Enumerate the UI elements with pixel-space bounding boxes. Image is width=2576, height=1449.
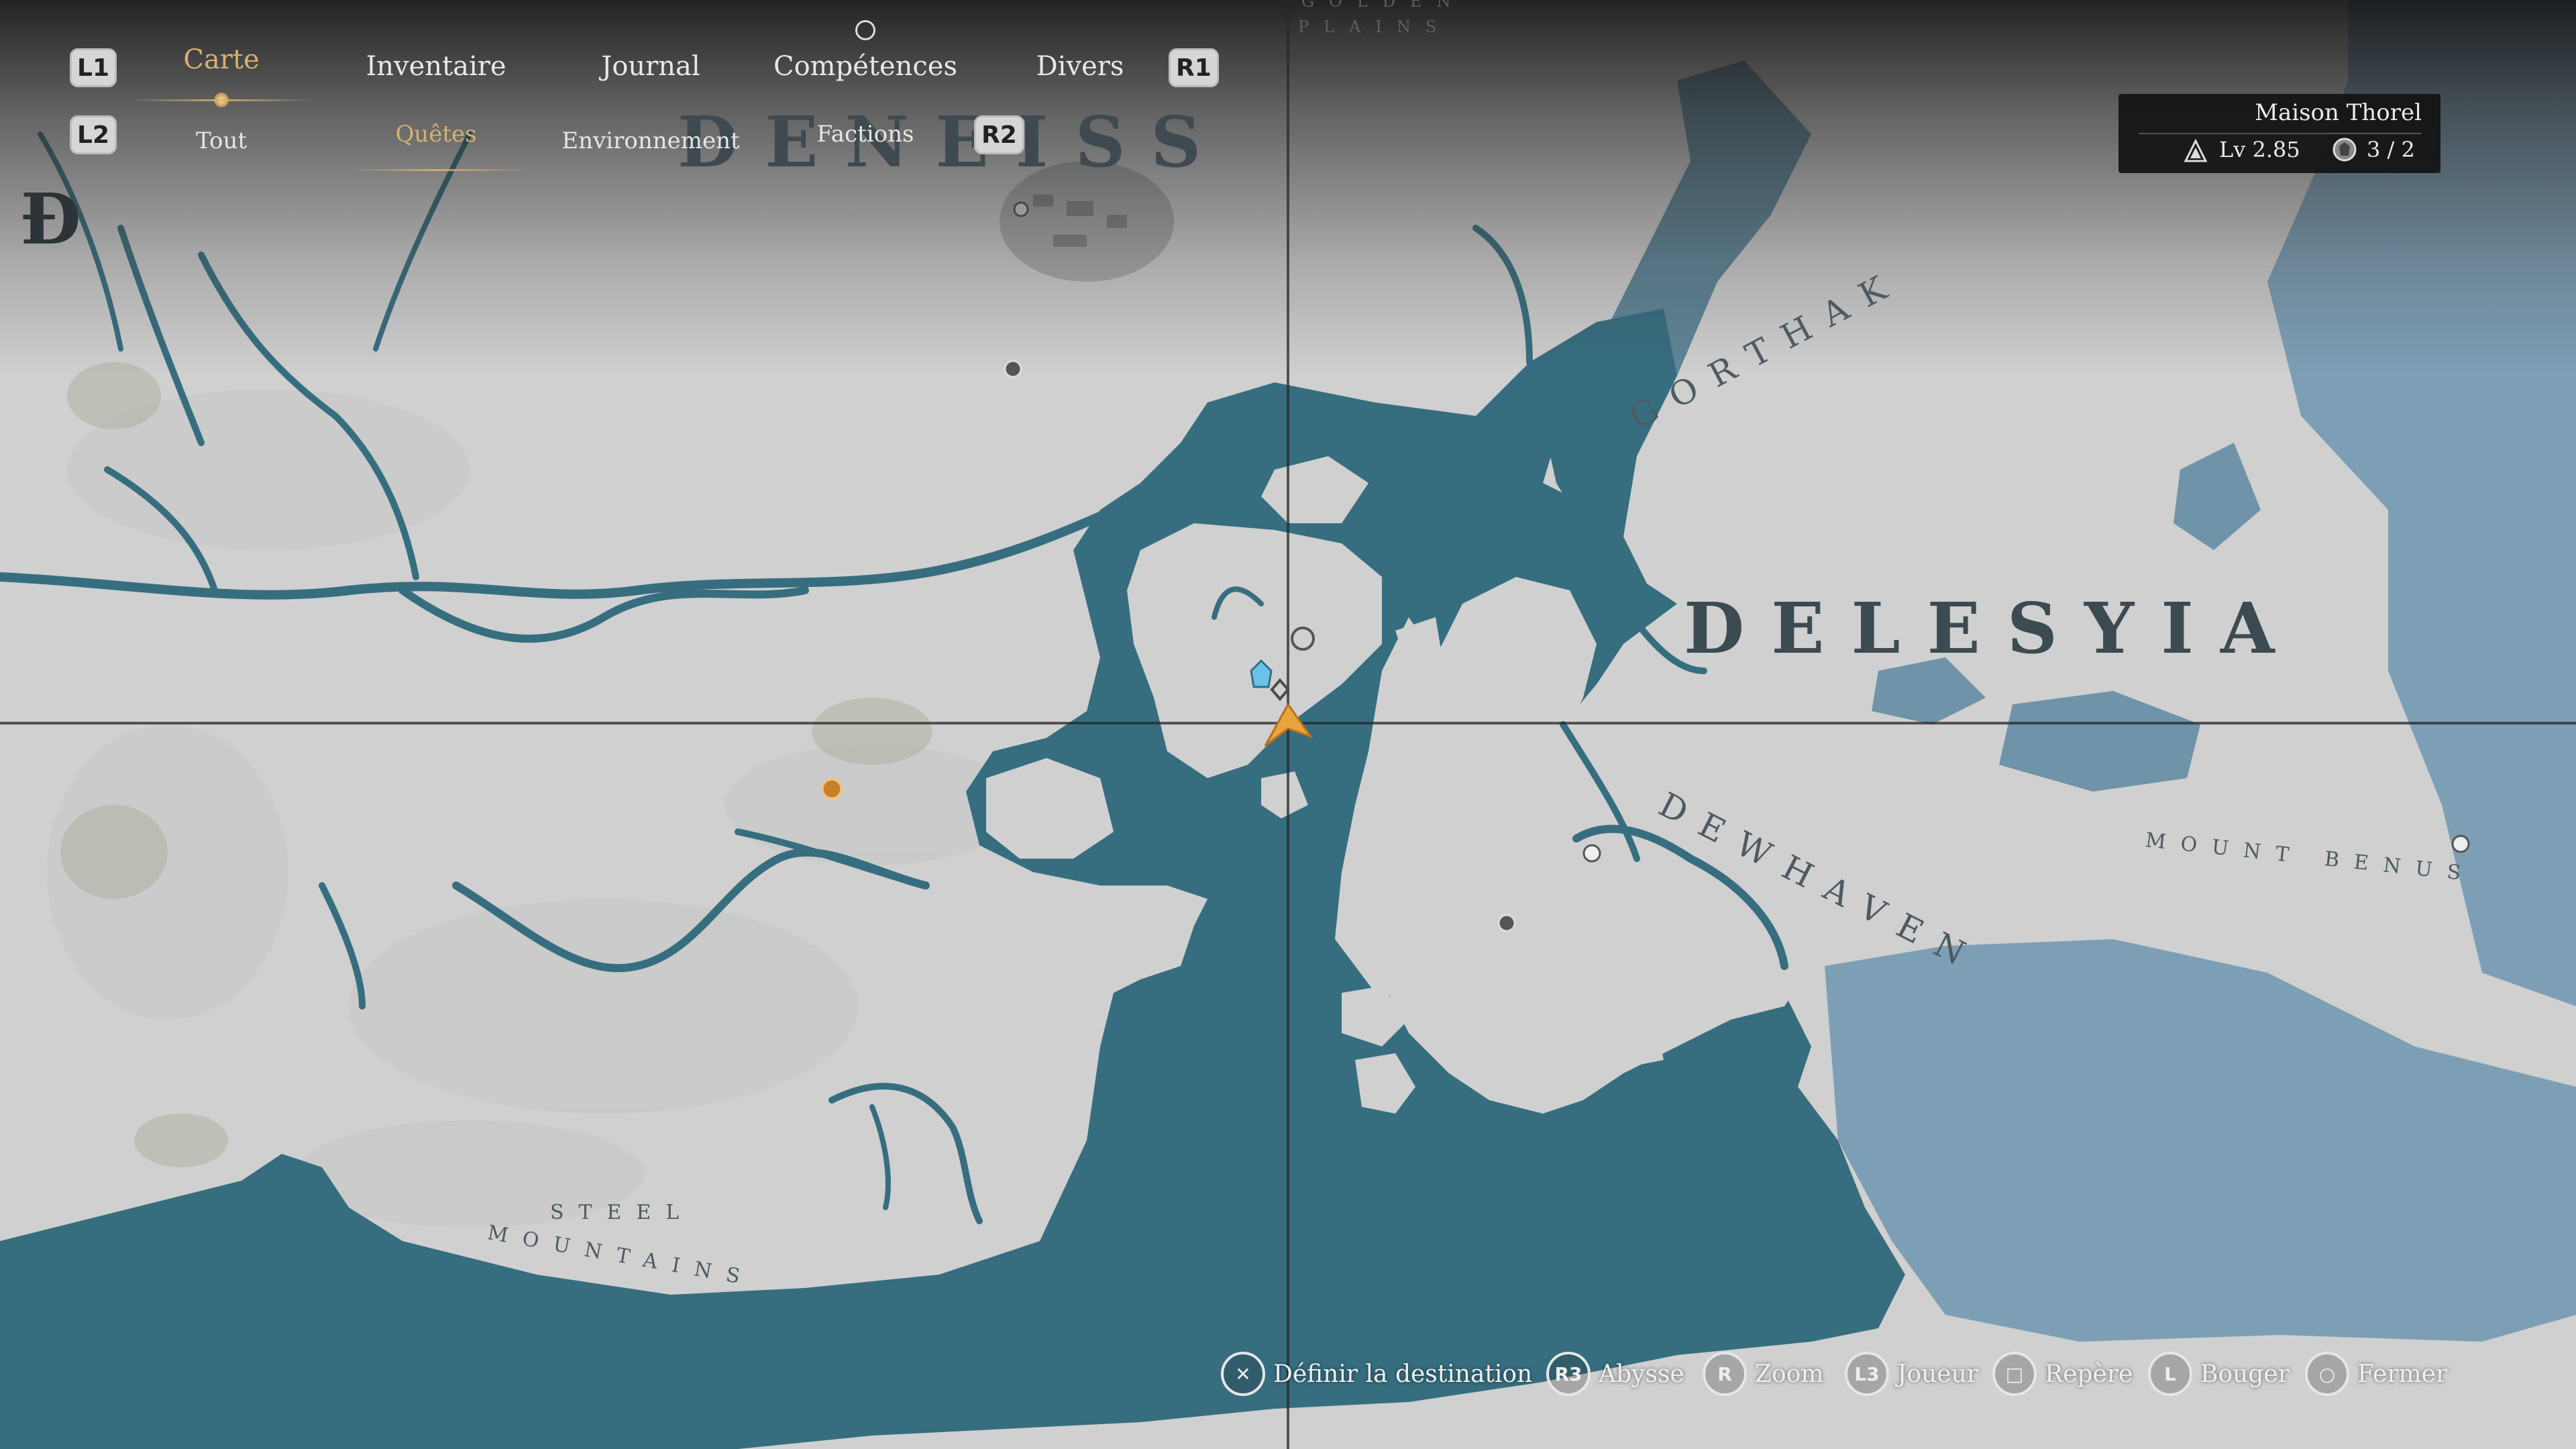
prompt-marker[interactable]: □ Repère <box>1992 1352 2133 1396</box>
tab-carte[interactable]: Carte <box>183 44 259 75</box>
prompt-zoom[interactable]: R Zoom <box>1703 1352 1824 1396</box>
prompt-abyss[interactable]: R3 Abysse <box>1546 1352 1684 1396</box>
square-button-icon: □ <box>1992 1352 2037 1396</box>
player-name: Maison Thorel <box>2255 99 2422 126</box>
panel-divider <box>2139 133 2422 134</box>
player-info-panel: Maison Thorel Lv 2.85 3 / 2 <box>2118 94 2440 173</box>
prompt-player[interactable]: L3 Joueur <box>1845 1352 1978 1396</box>
prompt-label: Joueur <box>1897 1360 1978 1388</box>
left-stick-icon: L <box>2148 1352 2192 1396</box>
subtab-factions[interactable]: Factions <box>817 121 914 148</box>
player-count: 3 / 2 <box>2367 137 2415 162</box>
prompt-label: Définir la destination <box>1273 1360 1533 1388</box>
prompt-label: Bouger <box>2200 1360 2290 1388</box>
player-arrow-icon[interactable] <box>1261 678 1315 751</box>
subtab-quetes[interactable]: Quêtes <box>395 121 476 148</box>
r1-button[interactable]: R1 <box>1169 48 1219 87</box>
prompt-label: Fermer <box>2357 1360 2448 1388</box>
tab-inventaire[interactable]: Inventaire <box>366 51 506 82</box>
tab-journal[interactable]: Journal <box>601 51 700 82</box>
cross-button-icon: ✕ <box>1221 1352 1265 1396</box>
rank-icon <box>2184 138 2208 162</box>
prompt-label: Abysse <box>1599 1360 1684 1388</box>
l1-button[interactable]: L1 <box>70 48 117 87</box>
l3-button-icon: L3 <box>1845 1352 1889 1396</box>
region-label-deneiss: DENEISS <box>678 101 1228 183</box>
subtab-environnement[interactable]: Environnement <box>561 127 739 154</box>
crest-icon <box>2332 138 2357 162</box>
region-label-fragment: Đ <box>20 178 81 260</box>
region-label-plains: PLAINS <box>1298 17 1452 36</box>
region-label-delesyia: DELESYIA <box>1684 587 2302 669</box>
right-stick-icon: R <box>1703 1352 1747 1396</box>
player-level: Lv 2.85 <box>2219 137 2300 162</box>
prompt-label: Zoom <box>1755 1360 1824 1388</box>
subtab-tout[interactable]: Tout <box>196 127 247 154</box>
active-tab-underline <box>127 99 315 101</box>
r3-button-icon: R3 <box>1546 1352 1591 1396</box>
notification-icon <box>855 20 875 40</box>
tab-competences[interactable]: Compétences <box>773 51 957 82</box>
region-label-steel: STEEL <box>550 1201 694 1224</box>
tab-divers[interactable]: Divers <box>1036 51 1124 82</box>
region-label-golden: GOLDEN <box>1301 0 1466 11</box>
prompt-close[interactable]: ○ Fermer <box>2305 1352 2447 1396</box>
circle-button-icon: ○ <box>2305 1352 2349 1396</box>
r2-button[interactable]: R2 <box>974 115 1024 154</box>
prompt-set-destination[interactable]: ✕ Définir la destination <box>1221 1352 1532 1396</box>
prompt-label: Repère <box>2045 1360 2133 1388</box>
active-subtab-underline <box>349 169 530 171</box>
l2-button[interactable]: L2 <box>70 115 117 154</box>
prompt-move[interactable]: L Bouger <box>2148 1352 2290 1396</box>
